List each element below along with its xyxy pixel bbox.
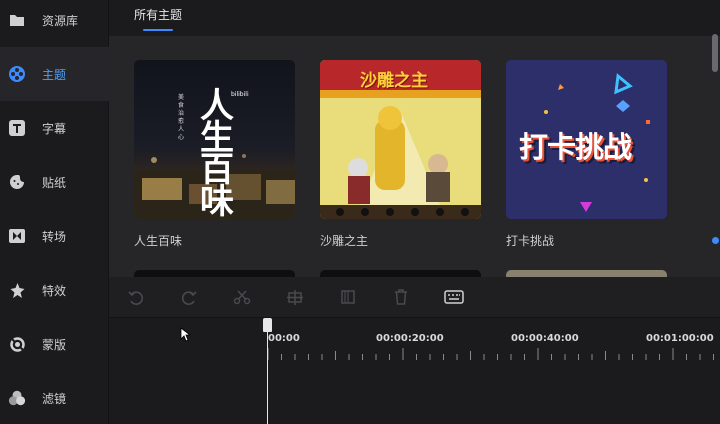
sidebar-item-library[interactable]: 资源库: [0, 0, 109, 47]
sidebar: 资源库 主题 字幕 贴纸 转场 特效 蒙版 滤镜: [0, 0, 109, 424]
sidebar-item-label: 转场: [42, 229, 67, 244]
edit-toolbar: [109, 277, 720, 318]
transition-icon: [8, 227, 26, 245]
filter-circles-icon: [8, 389, 26, 407]
sidebar-item-filters[interactable]: 滤镜: [0, 371, 109, 424]
split-icon[interactable]: [338, 287, 358, 307]
thumb-title-text: 沙雕之主: [360, 71, 428, 91]
redo-icon[interactable]: [179, 287, 199, 307]
theme-thumbnail[interactable]: 沙雕之主: [320, 60, 481, 219]
theme-tabs: 所有主题: [109, 0, 720, 36]
theme-card-partial[interactable]: [506, 270, 667, 277]
theme-thumbnail[interactable]: 打卡挑战: [506, 60, 667, 219]
trash-icon[interactable]: [391, 287, 411, 307]
undo-icon[interactable]: [126, 287, 146, 307]
theme-thumbnail[interactable]: bilibili 美食治愈人心 人生百味: [134, 60, 295, 219]
tab-all-themes[interactable]: 所有主题: [134, 6, 182, 23]
timeline[interactable]: 00:00 00:00:20:00 00:00:40:00 00:01:00:0…: [109, 318, 720, 424]
sidebar-item-subtitles[interactable]: 字幕: [0, 101, 109, 155]
tab-active-underline: [143, 29, 173, 31]
theme-panel: 所有主题 bilibili 美食治愈人心 人生百味 人生百味 沙雕之主 沙雕之主…: [109, 0, 720, 277]
sidebar-item-stickers[interactable]: 贴纸: [0, 155, 109, 209]
film-reel-icon: [8, 65, 26, 83]
mask-icon: [8, 335, 26, 353]
folder-icon: [8, 11, 26, 29]
star-effect-icon: [8, 281, 26, 299]
timeline-mark-60s: 00:01:00:00: [646, 333, 714, 344]
sidebar-item-label: 资源库: [42, 13, 79, 28]
video-editor-app: 资源库 主题 字幕 贴纸 转场 特效 蒙版 滤镜 所有主题 bilibili 美…: [0, 0, 720, 424]
timeline-mark-20s: 00:00:20:00: [376, 333, 444, 344]
sidebar-item-label: 特效: [42, 283, 67, 298]
sidebar-item-label: 贴纸: [42, 175, 67, 190]
theme-panel-scrollbar[interactable]: [712, 34, 718, 72]
timeline-mark-40s: 00:00:40:00: [511, 333, 579, 344]
crop-icon[interactable]: [285, 287, 305, 307]
timeline-mark-0: 00:00: [268, 333, 300, 344]
theme-card-title: 打卡挑战: [506, 234, 555, 248]
scissors-icon[interactable]: [232, 287, 252, 307]
scroll-position-indicator[interactable]: [712, 237, 719, 244]
theme-card-partial[interactable]: [134, 270, 295, 277]
text-t-icon: [8, 119, 26, 137]
sidebar-item-themes[interactable]: 主题: [0, 47, 109, 101]
thumb-subtitle: 美食治愈人心: [178, 94, 185, 141]
sidebar-item-label: 主题: [42, 67, 67, 82]
sidebar-item-label: 蒙版: [42, 337, 67, 352]
sidebar-item-label: 字幕: [42, 121, 67, 136]
thumb-title-text: 人生百味: [200, 86, 234, 219]
sidebar-item-transitions[interactable]: 转场: [0, 209, 109, 263]
sidebar-item-effects[interactable]: 特效: [0, 263, 109, 317]
playhead-line[interactable]: [267, 330, 268, 424]
theme-card-title: 沙雕之主: [320, 234, 369, 248]
sidebar-item-mask[interactable]: 蒙版: [0, 317, 109, 371]
timeline-ruler[interactable]: [267, 348, 720, 362]
mouse-cursor-icon: [180, 327, 190, 342]
theme-card-partial[interactable]: [320, 270, 481, 277]
theme-card-title: 人生百味: [134, 234, 183, 248]
sidebar-item-label: 滤镜: [42, 391, 67, 406]
sticker-face-icon: [8, 173, 26, 191]
thumb-title-text: 打卡挑战: [519, 130, 632, 164]
keyboard-icon[interactable]: [444, 287, 464, 307]
